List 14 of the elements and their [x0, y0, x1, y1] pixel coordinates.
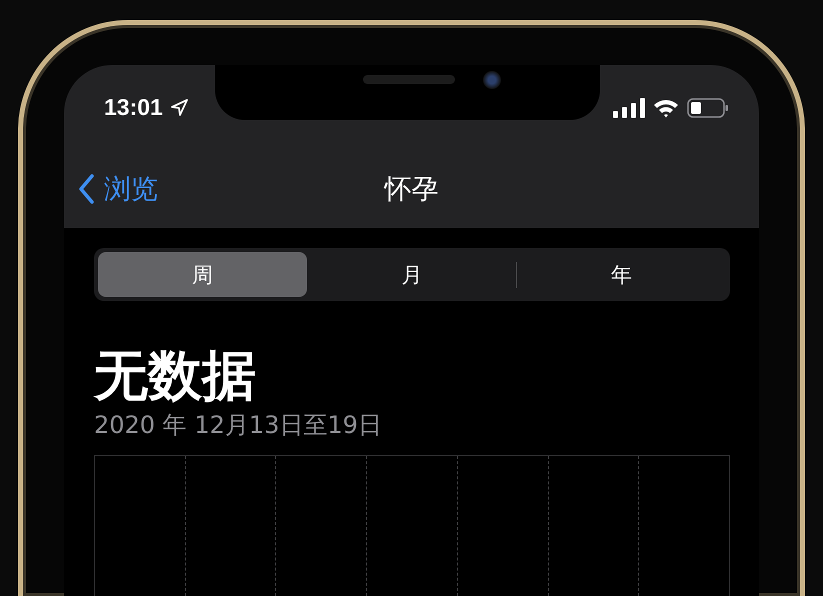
back-link[interactable]: 浏览	[78, 171, 384, 207]
location-arrow-icon	[170, 99, 188, 116]
signal-icon	[613, 98, 645, 118]
period-segment[interactable]: 月	[308, 252, 516, 297]
period-segment[interactable]: 周	[98, 252, 307, 297]
screen-title: 怀孕	[384, 173, 438, 207]
status-time: 13:01	[104, 94, 163, 121]
date-range: 2020 年 12月13日至19日	[94, 410, 383, 442]
camera-lens	[483, 71, 501, 89]
chevron-left-icon	[78, 174, 94, 204]
battery-icon	[687, 98, 729, 118]
period-segment[interactable]: 年	[517, 252, 726, 297]
summary-value: 无数据	[94, 345, 257, 408]
wifi-icon	[653, 98, 679, 118]
